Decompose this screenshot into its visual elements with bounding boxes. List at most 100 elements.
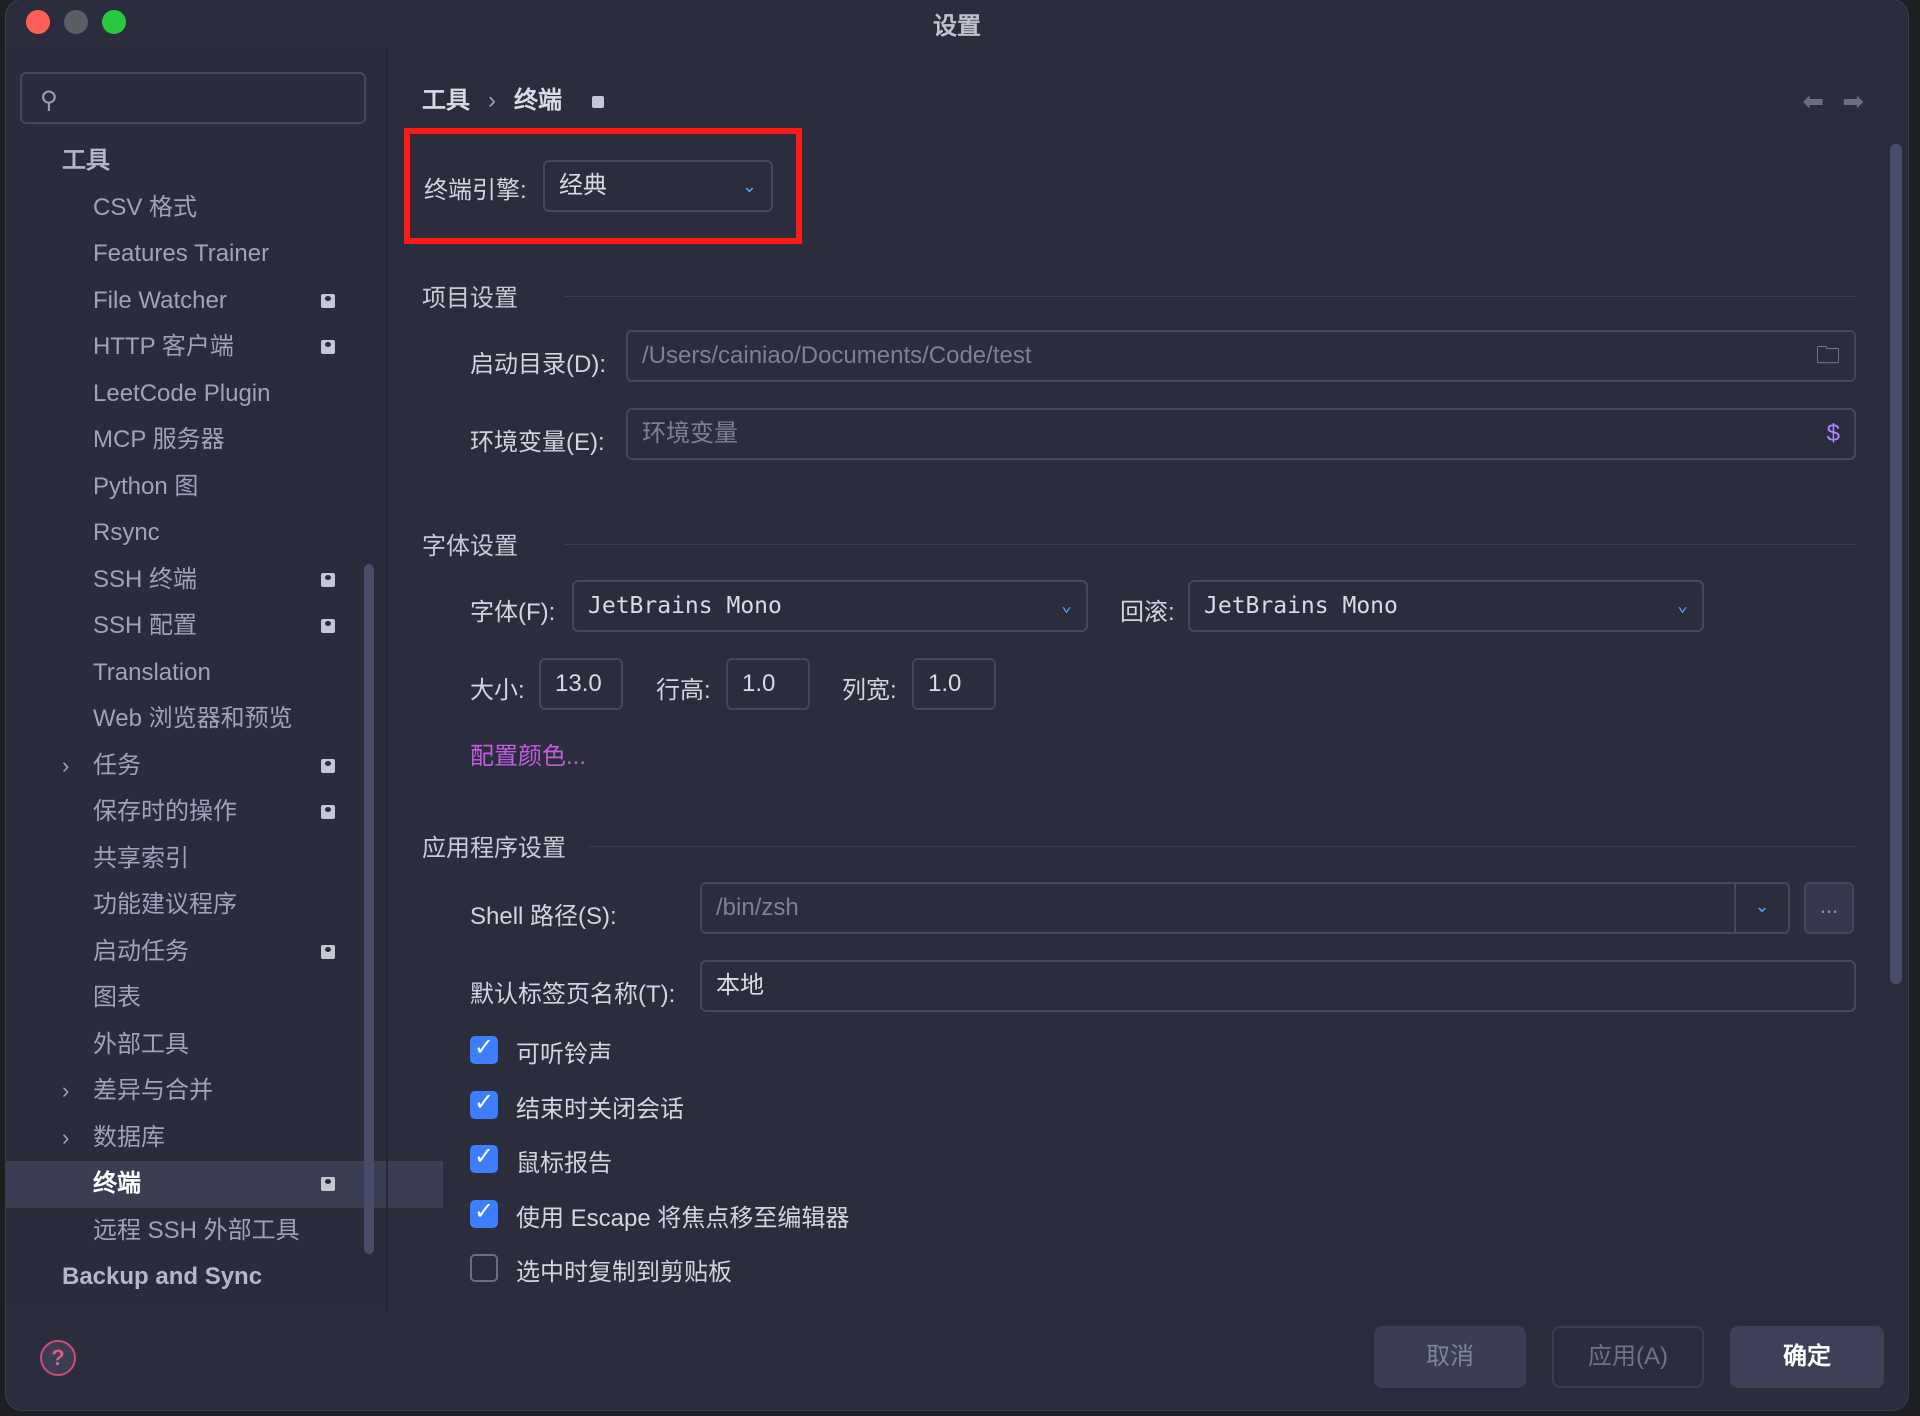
sidebar-item[interactable]: Python 图 xyxy=(6,464,376,511)
back-arrow-icon[interactable]: ⬅ xyxy=(1802,86,1842,116)
engine-label: 终端引擎: xyxy=(424,177,527,204)
settings-sidebar: ⚲ 工具 CSV 格式 Features Trainer File Watcher HT… xyxy=(6,44,443,1304)
sidebar-item[interactable]: Backup and Sync xyxy=(6,1254,376,1301)
content-scrollbar[interactable] xyxy=(1890,144,1902,984)
checkbox[interactable] xyxy=(470,1197,498,1228)
settings-content: 工具 › 终端 ⬅➡ 终端引擎: 经典 ⌄ 项目设置 启动目录(D): /Users… xyxy=(388,44,1908,1304)
sidebar-item[interactable]: HTTP 客户端 xyxy=(6,324,376,371)
sidebar-item[interactable]: LeetCode Plugin xyxy=(6,371,376,418)
sidebar-item-label: SSH 配置 xyxy=(93,612,198,639)
divider xyxy=(564,296,1856,297)
sidebar-item[interactable]: CSV 格式 xyxy=(6,185,376,232)
sidebar-item[interactable]: Web 浏览器和预览 xyxy=(6,696,376,743)
sidebar-item[interactable]: 工具 xyxy=(6,138,376,185)
sidebar-item-label: 功能建议程序 xyxy=(93,891,237,918)
shell-path-combobox[interactable]: /bin/zsh ⌄ xyxy=(700,882,1790,934)
cancel-button[interactable]: 取消 xyxy=(1374,1326,1526,1388)
checkbox[interactable] xyxy=(470,1254,498,1282)
breadcrumb: 工具 › 终端 xyxy=(422,80,604,115)
project-scope-icon xyxy=(592,95,604,108)
engine-dropdown[interactable]: 经典 ⌄ xyxy=(543,160,773,212)
size-field[interactable]: 13.0 xyxy=(539,658,623,710)
line-height-field[interactable]: 1.0 xyxy=(726,658,810,710)
sidebar-item-label: 数据库 xyxy=(93,1123,165,1151)
ok-button[interactable]: 确定 xyxy=(1730,1326,1884,1388)
chevron-right-icon[interactable]: › xyxy=(62,743,69,790)
col-width-field[interactable]: 1.0 xyxy=(912,658,996,710)
sidebar-item[interactable]: 共享索引 xyxy=(6,836,376,883)
sidebar-item[interactable]: File Watcher xyxy=(6,278,376,325)
chevron-right-icon[interactable]: › xyxy=(62,1068,69,1115)
env-label: 环境变量(E): xyxy=(470,429,605,456)
project-scope-icon xyxy=(321,1177,335,1191)
help-icon[interactable]: ? xyxy=(40,1340,76,1376)
chevron-right-icon[interactable]: › xyxy=(62,1115,69,1162)
sidebar-item-label: 图表 xyxy=(93,984,141,1011)
settings-search-input[interactable]: ⚲ xyxy=(20,72,366,124)
checkbox[interactable] xyxy=(470,1142,498,1173)
sidebar-item[interactable]: SSH 配置 xyxy=(6,603,376,650)
project-scope-icon xyxy=(321,944,335,959)
sidebar-item-label: Features Trainer xyxy=(93,240,270,267)
checkbox-label[interactable]: 选中时复制到剪贴板 xyxy=(516,1252,732,1287)
configure-colors-link[interactable]: 配置颜色... xyxy=(470,736,586,771)
sidebar-item[interactable]: 启动任务 xyxy=(6,929,376,976)
titlebar: 设置 xyxy=(6,0,1908,44)
checkbox[interactable] xyxy=(470,1033,498,1064)
project-scope-icon xyxy=(321,758,335,773)
sidebar-item-label: 外部工具 xyxy=(93,1030,189,1058)
start-dir-field[interactable]: /Users/cainiao/Documents/Code/test 🗀 xyxy=(626,330,1856,382)
sidebar-item[interactable]: 终端 xyxy=(6,1161,443,1208)
font-dropdown[interactable]: JetBrains Mono ⌄ xyxy=(572,580,1088,632)
sidebar-item[interactable]: 功能建议程序 xyxy=(6,882,376,929)
sidebar-item[interactable]: 图表 xyxy=(6,975,376,1022)
sidebar-item-label: LeetCode Plugin xyxy=(93,379,271,407)
dollar-icon[interactable]: $ xyxy=(1827,410,1840,458)
apply-button[interactable]: 应用(A) xyxy=(1552,1326,1704,1388)
browse-shell-button[interactable]: ... xyxy=(1804,882,1854,934)
checkbox-label[interactable]: 结束时关闭会话 xyxy=(516,1089,684,1124)
fallback-font-dropdown[interactable]: JetBrains Mono ⌄ xyxy=(1188,580,1704,632)
sidebar-item[interactable]: › 差异与合并 xyxy=(6,1068,376,1115)
sidebar-item-label: 保存时的操作 xyxy=(93,798,237,825)
breadcrumb-parent[interactable]: 工具 xyxy=(422,87,470,114)
sidebar-item-label: 启动任务 xyxy=(93,937,189,965)
sidebar-item[interactable]: 外部工具 xyxy=(6,1022,376,1069)
sidebar-item-label: Python 图 xyxy=(93,472,199,500)
sidebar-item[interactable]: Rsync xyxy=(6,510,376,557)
fallback-label: 回滚: xyxy=(1120,599,1175,626)
folder-icon[interactable]: 🗀 xyxy=(1816,332,1840,380)
chevron-down-icon[interactable]: ⌄ xyxy=(1734,884,1788,932)
chevron-down-icon: ⌄ xyxy=(1061,595,1072,616)
sidebar-item[interactable]: SSH 终端 xyxy=(6,557,376,604)
env-field[interactable]: 环境变量 $ xyxy=(626,408,1856,460)
section-app-settings: 应用程序设置 xyxy=(422,835,566,862)
sidebar-item-label: 任务 xyxy=(93,751,141,779)
sidebar-item[interactable]: › 数据库 xyxy=(6,1115,376,1162)
sidebar-item-label: 差异与合并 xyxy=(93,1077,213,1104)
checkbox-label[interactable]: 使用 Escape 将焦点移至编辑器 xyxy=(516,1198,849,1233)
forward-arrow-icon[interactable]: ➡ xyxy=(1842,86,1882,116)
checkbox[interactable] xyxy=(470,1088,498,1119)
sidebar-item-label: CSV 格式 xyxy=(93,193,198,221)
sidebar-item[interactable]: 远程 SSH 外部工具 xyxy=(6,1208,376,1255)
sidebar-item-label: 共享索引 xyxy=(93,844,189,872)
sidebar-item[interactable]: Features Trainer xyxy=(6,231,376,278)
engine-value: 经典 xyxy=(559,172,607,199)
font-label: 字体(F): xyxy=(470,599,556,626)
sidebar-item[interactable]: 保存时的操作 xyxy=(6,789,376,836)
tab-name-label: 默认标签页名称(T): xyxy=(470,981,676,1008)
checkbox-label[interactable]: 可听铃声 xyxy=(516,1034,612,1069)
window-title: 设置 xyxy=(933,13,981,40)
checkbox-label[interactable]: 鼠标报告 xyxy=(516,1143,612,1178)
sidebar-scrollbar[interactable] xyxy=(364,564,374,1254)
sidebar-item-label: Rsync xyxy=(93,519,160,546)
settings-window: 设置 ⚲ 工具 CSV 格式 Features Trainer File Watche… xyxy=(6,0,1908,1410)
tab-name-field[interactable]: 本地 xyxy=(700,960,1856,1012)
sidebar-item-label: MCP 服务器 xyxy=(93,426,225,453)
sidebar-item[interactable]: › 任务 xyxy=(6,743,376,790)
sidebar-item[interactable]: Translation xyxy=(6,650,376,697)
breadcrumb-separator: › xyxy=(488,87,496,114)
start-dir-label: 启动目录(D): xyxy=(470,351,606,378)
sidebar-item[interactable]: MCP 服务器 xyxy=(6,417,376,464)
